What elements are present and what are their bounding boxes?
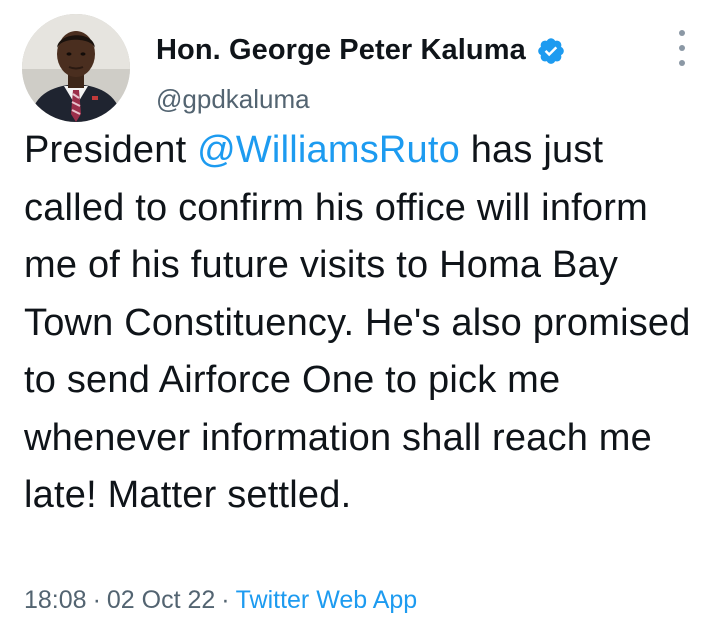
dot [679, 30, 685, 36]
dot [679, 60, 685, 66]
tweet-date[interactable]: 02 Oct 22 [107, 586, 215, 614]
tweet-header: Hon. George Peter Kaluma @gpdkaluma [22, 14, 702, 124]
tweet-text-before: President [24, 129, 198, 171]
meta-separator: · [221, 586, 230, 614]
tweet-text-after: has just called to confirm his office wi… [24, 129, 691, 516]
avatar[interactable] [22, 14, 130, 122]
avatar-image [22, 14, 130, 122]
display-name[interactable]: Hon. George Peter Kaluma [156, 34, 526, 67]
verified-badge-icon [536, 36, 566, 66]
more-options-icon[interactable] [674, 30, 690, 66]
meta-separator: · [92, 586, 101, 614]
tweet-time[interactable]: 18:08 [24, 586, 87, 614]
mention-link[interactable]: @WilliamsRuto [197, 129, 460, 171]
tweet-meta: 18:08 · 02 Oct 22 · Twitter Web App [24, 586, 417, 615]
user-handle[interactable]: @gpdkaluma [156, 84, 310, 115]
name-row: Hon. George Peter Kaluma [156, 34, 566, 67]
tweet-source-link[interactable]: Twitter Web App [236, 586, 418, 614]
tweet-card: Hon. George Peter Kaluma @gpdkaluma Pres… [0, 0, 720, 637]
dot [679, 45, 685, 51]
tweet-text: President @WilliamsRuto has just called … [24, 122, 704, 525]
